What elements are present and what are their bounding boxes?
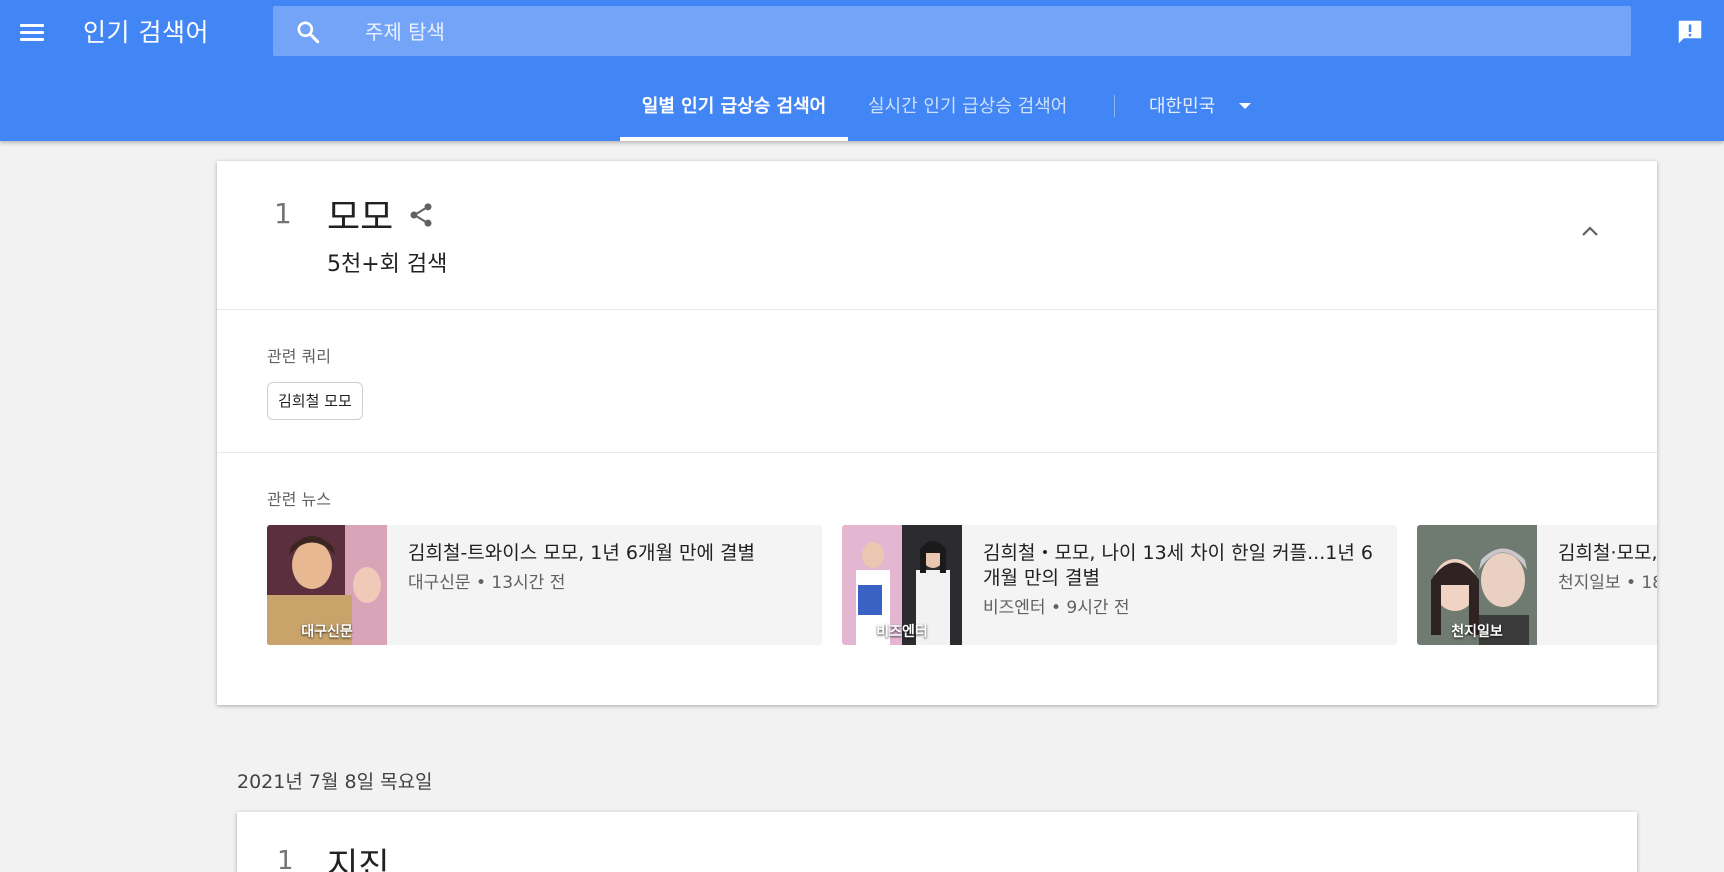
date-heading: 2021년 7월 8일 목요일 bbox=[237, 771, 433, 793]
trend-term[interactable]: 지진 bbox=[327, 838, 390, 872]
search-icon[interactable] bbox=[295, 19, 321, 45]
news-title[interactable]: 김희철·모모, 나이 bbox=[1558, 541, 1657, 566]
country-select[interactable]: 대한민국 bbox=[1149, 92, 1215, 118]
news-item[interactable]: 비즈엔터 김희철・모모, 나이 13세 차이 한일 커플...1년 6개월 만의… bbox=[842, 525, 1397, 645]
news-title[interactable]: 김희철・모모, 나이 13세 차이 한일 커플...1년 6개월 만의 결별 bbox=[983, 541, 1383, 591]
search-count: 5천+회 검색 bbox=[327, 252, 448, 277]
trend-card: 1 모모 5천+회 검색 관련 쿼리 김희철 모모 관련 뉴스 대구신문 김희철… bbox=[217, 161, 1657, 705]
tab-divider bbox=[1114, 95, 1115, 117]
news-meta: 비즈엔터 • 9시간 전 bbox=[983, 598, 1130, 618]
menu-icon[interactable] bbox=[18, 19, 46, 45]
news-thumbnail: 대구신문 bbox=[267, 525, 387, 645]
trend-rank: 1 bbox=[274, 197, 292, 230]
news-meta: 천지일보 • 18 bbox=[1558, 573, 1657, 593]
trend-card: 1 지진 bbox=[237, 812, 1637, 872]
section-divider bbox=[217, 309, 1657, 310]
search-box[interactable] bbox=[273, 6, 1631, 58]
app-title: 인기 검색어 bbox=[83, 18, 209, 47]
dropdown-arrow-icon[interactable] bbox=[1239, 103, 1251, 109]
search-input[interactable] bbox=[363, 6, 1567, 58]
related-queries-label: 관련 쿼리 bbox=[267, 347, 331, 366]
tab-daily-trends[interactable]: 일별 인기 급상승 검색어 bbox=[620, 92, 848, 118]
news-meta: 대구신문 • 13시간 전 bbox=[408, 573, 566, 593]
thumbnail-source-label: 천지일보 bbox=[1451, 624, 1503, 640]
section-divider bbox=[217, 452, 1657, 453]
news-title[interactable]: 김희철-트와이스 모모, 1년 6개월 만에 결별 bbox=[408, 541, 808, 566]
news-thumbnail: 천지일보 bbox=[1417, 525, 1537, 645]
feedback-icon[interactable] bbox=[1675, 17, 1705, 47]
news-thumbnail: 비즈엔터 bbox=[842, 525, 962, 645]
active-tab-indicator bbox=[620, 137, 848, 141]
trend-rank: 1 bbox=[277, 846, 294, 872]
chevron-up-icon[interactable] bbox=[1580, 224, 1600, 238]
news-item[interactable]: 대구신문 김희철-트와이스 모모, 1년 6개월 만에 결별 대구신문 • 13… bbox=[267, 525, 822, 645]
related-query-chip[interactable]: 김희철 모모 bbox=[267, 382, 363, 420]
news-item[interactable]: 천지일보 김희철·모모, 나이 천지일보 • 18 bbox=[1417, 525, 1657, 645]
related-news-label: 관련 뉴스 bbox=[267, 490, 331, 509]
tab-realtime-trends[interactable]: 실시간 인기 급상승 검색어 bbox=[868, 92, 1067, 118]
share-icon[interactable] bbox=[407, 201, 435, 229]
trend-term[interactable]: 모모 bbox=[327, 188, 393, 240]
top-app-bar: 인기 검색어 일별 인기 급상승 검색어 실시간 인기 급상승 검색어 대한민국 bbox=[0, 0, 1724, 141]
thumbnail-source-label: 대구신문 bbox=[301, 624, 353, 640]
thumbnail-source-label: 비즈엔터 bbox=[876, 624, 928, 640]
